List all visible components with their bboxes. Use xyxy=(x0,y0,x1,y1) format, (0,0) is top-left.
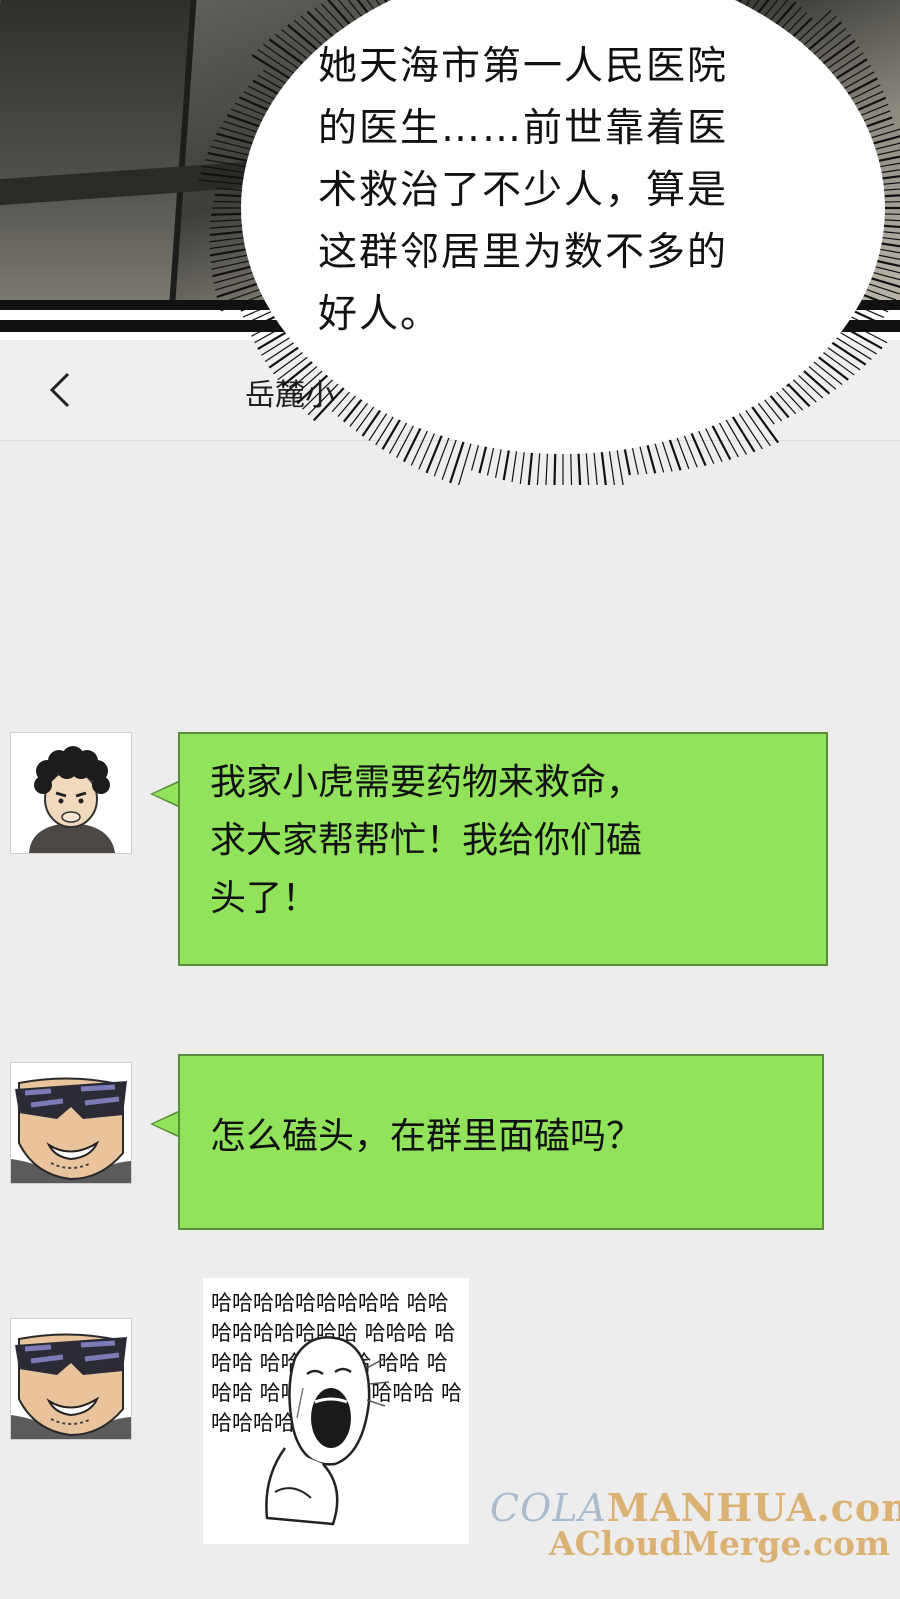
message-line: 头了！ xyxy=(210,878,319,919)
bubble-tail xyxy=(150,1110,180,1138)
curly-hair-man-avatar[interactable] xyxy=(10,732,132,854)
sunglasses-man-avatar[interactable] xyxy=(10,1062,132,1184)
watermark-line: ACloudMerge.com xyxy=(549,1524,890,1563)
bubble-tail xyxy=(150,780,180,808)
message-bubble[interactable]: 我家小虎需要药物来救命， 求大家帮帮忙！我给你们磕 头了！ xyxy=(178,732,828,966)
message-bubble[interactable]: 怎么磕头，在群里面磕吗？ xyxy=(178,1054,824,1230)
speech-line: 术救治了不少人，算是 xyxy=(318,168,729,213)
message-line: 怎么磕头，在群里面磕吗？ xyxy=(210,1116,643,1157)
speech-bubble-text: 她天海市第一人民医院 的医生……前世靠着医 术救治了不少人，算是 这群邻居里为数… xyxy=(318,36,818,346)
laughing-meme-sticker[interactable]: 哈哈哈哈哈哈哈哈哈 哈哈哈哈哈哈哈哈哈 哈哈哈 哈哈哈 哈哈 哈哈哈 哈哈 哈哈… xyxy=(203,1278,469,1544)
speech-line: 的医生……前世靠着医 xyxy=(318,106,729,151)
speech-line: 她天海市第一人民医院 xyxy=(318,44,729,89)
dark-shelf-drawing xyxy=(0,0,197,300)
laughing-face-icon xyxy=(265,1336,390,1526)
message-line: 我家小虎需要药物来救命， xyxy=(210,762,643,803)
sunglasses-man-avatar[interactable] xyxy=(10,1318,132,1440)
speech-line: 好人。 xyxy=(318,292,442,337)
message-line: 求大家帮帮忙！我给你们磕 xyxy=(210,820,643,861)
speech-line: 这群邻居里为数不多的 xyxy=(318,230,729,275)
chevron-left-icon[interactable] xyxy=(40,370,80,410)
site-watermark: COLAMANHUA.com ACloudMerge.com xyxy=(490,1485,900,1563)
